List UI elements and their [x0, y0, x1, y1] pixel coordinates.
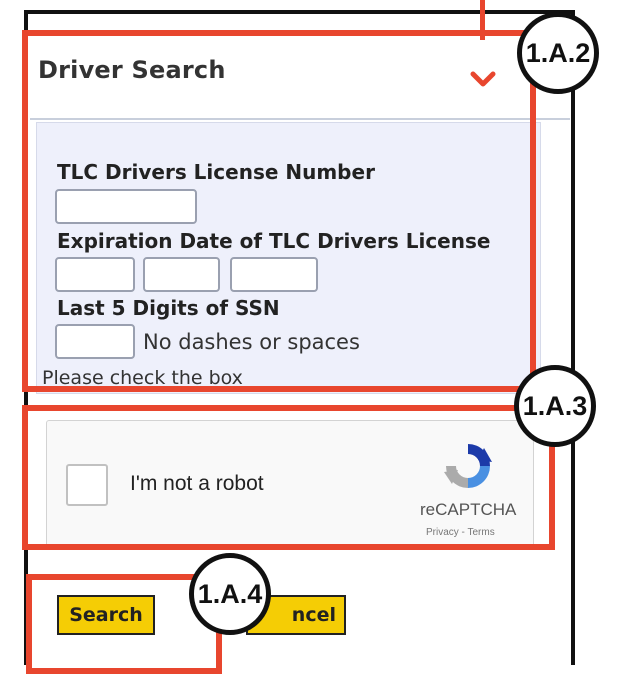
- annotation-box-captcha: [22, 405, 555, 550]
- callout-label: 1.A.2: [517, 12, 599, 94]
- page-frame-top: [24, 10, 575, 14]
- page-frame-right: [571, 12, 575, 665]
- annotation-box-form: [22, 30, 536, 392]
- callout-label: 1.A.4: [189, 553, 271, 635]
- callout-label: 1.A.3: [514, 365, 596, 447]
